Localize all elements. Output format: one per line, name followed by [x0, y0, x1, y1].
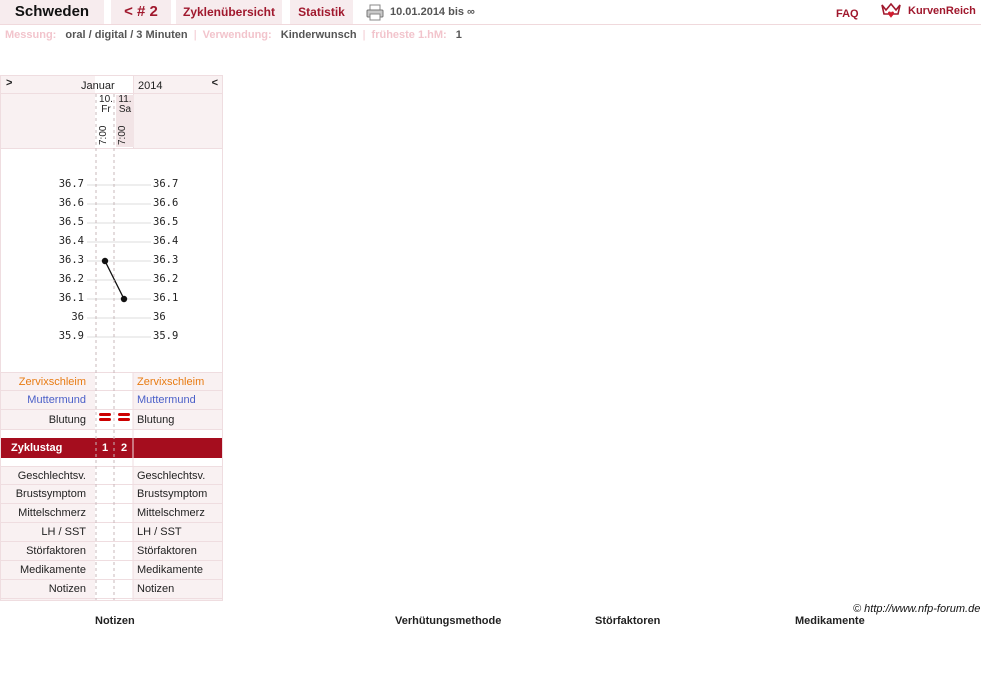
- verhuetung-header: Verhütungsmethode: [395, 615, 502, 627]
- symptom-row[interactable]: LH / SST LH / SST: [1, 523, 222, 542]
- temperature-point[interactable]: [101, 257, 109, 265]
- temp-tick-left: 36.1: [58, 292, 84, 304]
- symptom-row[interactable]: Mittelschmerz Mittelschmerz: [1, 504, 222, 523]
- cycle-chart-panel: > Januar 2014 < 10. Fr 7:00 11. Sa 7:00 …: [0, 75, 223, 601]
- row-label-left: Medikamente: [19, 564, 86, 576]
- row-label-right: Medikamente: [137, 564, 204, 576]
- row-label-right: Brustsymptom: [137, 488, 208, 500]
- stoerfaktoren-header: Störfaktoren: [595, 615, 661, 627]
- temp-tick-right: 36.2: [153, 273, 179, 285]
- temp-tick-left: 35.9: [58, 330, 84, 342]
- row-label-left: LH / SST: [41, 526, 86, 538]
- temp-tick-left: 36.7: [58, 178, 84, 190]
- messung-value: oral / digital / 3 Minuten: [65, 29, 188, 41]
- temp-tick-left: 36.3: [58, 254, 84, 266]
- row-label-right: LH / SST: [137, 526, 182, 538]
- separator: |: [193, 29, 197, 41]
- verwendung-label: Verwendung:: [202, 29, 272, 41]
- temp-tick-right: 36: [153, 311, 166, 323]
- temp-tick-right: 35.9: [153, 330, 179, 342]
- tab-overview[interactable]: Zyklenübersicht: [176, 0, 282, 24]
- temp-tick-left: 36.4: [58, 235, 84, 247]
- row-label-right: Störfaktoren: [137, 545, 197, 557]
- frueheste-value: 1: [455, 29, 462, 41]
- temp-tick-right: 36.4: [153, 235, 179, 247]
- symptom-row[interactable]: Störfaktoren Störfaktoren: [1, 542, 222, 561]
- blutung-row[interactable]: Blutung Blutung: [1, 410, 222, 430]
- blutung-label-left: Blutung: [48, 414, 86, 426]
- row-label-right: Mittelschmerz: [137, 507, 205, 519]
- blutung-label-right: Blutung: [137, 414, 175, 426]
- symptom-row[interactable]: Geschlechtsv. Geschlechtsv.: [1, 466, 222, 485]
- measurement-info: Messung: oral / digital / 3 Minuten | Ve…: [5, 29, 462, 41]
- temp-tick-left: 36.5: [58, 216, 84, 228]
- temp-tick-right: 36.7: [153, 178, 179, 190]
- tab-name[interactable]: Schweden: [0, 0, 104, 24]
- copyright[interactable]: © http://www.nfp-forum.de: [853, 603, 980, 615]
- temp-tick-left: 36.6: [58, 197, 84, 209]
- row-label-left: Brustsymptom: [15, 488, 86, 500]
- temp-tick-right: 36.3: [153, 254, 179, 266]
- row-label-left: Notizen: [48, 583, 86, 595]
- zyklustag-value: 1: [101, 442, 109, 454]
- temp-tick-left: 36.2: [58, 273, 84, 285]
- bleeding-icon: [118, 413, 130, 421]
- zervix-label-right: Zervixschleim: [137, 376, 205, 388]
- row-label-left: Störfaktoren: [26, 545, 86, 557]
- printer-icon[interactable]: [366, 4, 384, 21]
- brand-name: KurvenReich: [908, 5, 976, 17]
- temp-tick-right: 36.6: [153, 197, 179, 209]
- zyklustag-bar: Zyklustag 1 2: [1, 438, 222, 458]
- row-label-left: Geschlechtsv.: [17, 470, 86, 482]
- header-bottom-line: [1, 76, 222, 149]
- symptom-row[interactable]: Notizen Notizen: [1, 580, 222, 599]
- temperature-chart: [87, 184, 151, 338]
- row-label-right: Geschlechtsv.: [137, 470, 206, 482]
- crown-heart-icon: [881, 2, 901, 18]
- row-label-right: Notizen: [137, 583, 175, 595]
- zyklustag-label: Zyklustag: [11, 442, 63, 454]
- medikamente-header: Medikamente: [795, 615, 865, 627]
- muttermund-row[interactable]: Muttermund Muttermund: [1, 391, 222, 410]
- notizen-header: Notizen: [95, 615, 135, 627]
- zervix-label-left: Zervixschleim: [18, 376, 86, 388]
- temperature-point[interactable]: [120, 295, 128, 303]
- symptom-row[interactable]: Medikamente Medikamente: [1, 561, 222, 580]
- separator: |: [362, 29, 366, 41]
- muttermund-label-right: Muttermund: [137, 394, 196, 406]
- faq-link[interactable]: FAQ: [836, 4, 859, 24]
- messung-label: Messung:: [5, 29, 57, 41]
- row-label-left: Mittelschmerz: [18, 507, 86, 519]
- temp-tick-right: 36.5: [153, 216, 179, 228]
- date-range: 10.01.2014 bis ∞: [390, 6, 475, 18]
- temp-tick-left: 36: [71, 311, 84, 323]
- verwendung-value: Kinderwunsch: [280, 29, 357, 41]
- frueheste-label: früheste 1.hM:: [371, 29, 447, 41]
- top-bar: Schweden < # 2 Zyklenübersicht Statistik…: [0, 0, 981, 25]
- muttermund-label-left: Muttermund: [27, 394, 86, 406]
- tab-cycle[interactable]: < # 2: [111, 0, 171, 24]
- zyklustag-value: 2: [120, 442, 128, 454]
- tab-statistics[interactable]: Statistik: [290, 0, 353, 24]
- bleeding-icon: [99, 413, 111, 421]
- temp-tick-right: 36.1: [153, 292, 179, 304]
- zervix-row[interactable]: Zervixschleim Zervixschleim: [1, 372, 222, 391]
- symptom-row[interactable]: Brustsymptom Brustsymptom: [1, 485, 222, 504]
